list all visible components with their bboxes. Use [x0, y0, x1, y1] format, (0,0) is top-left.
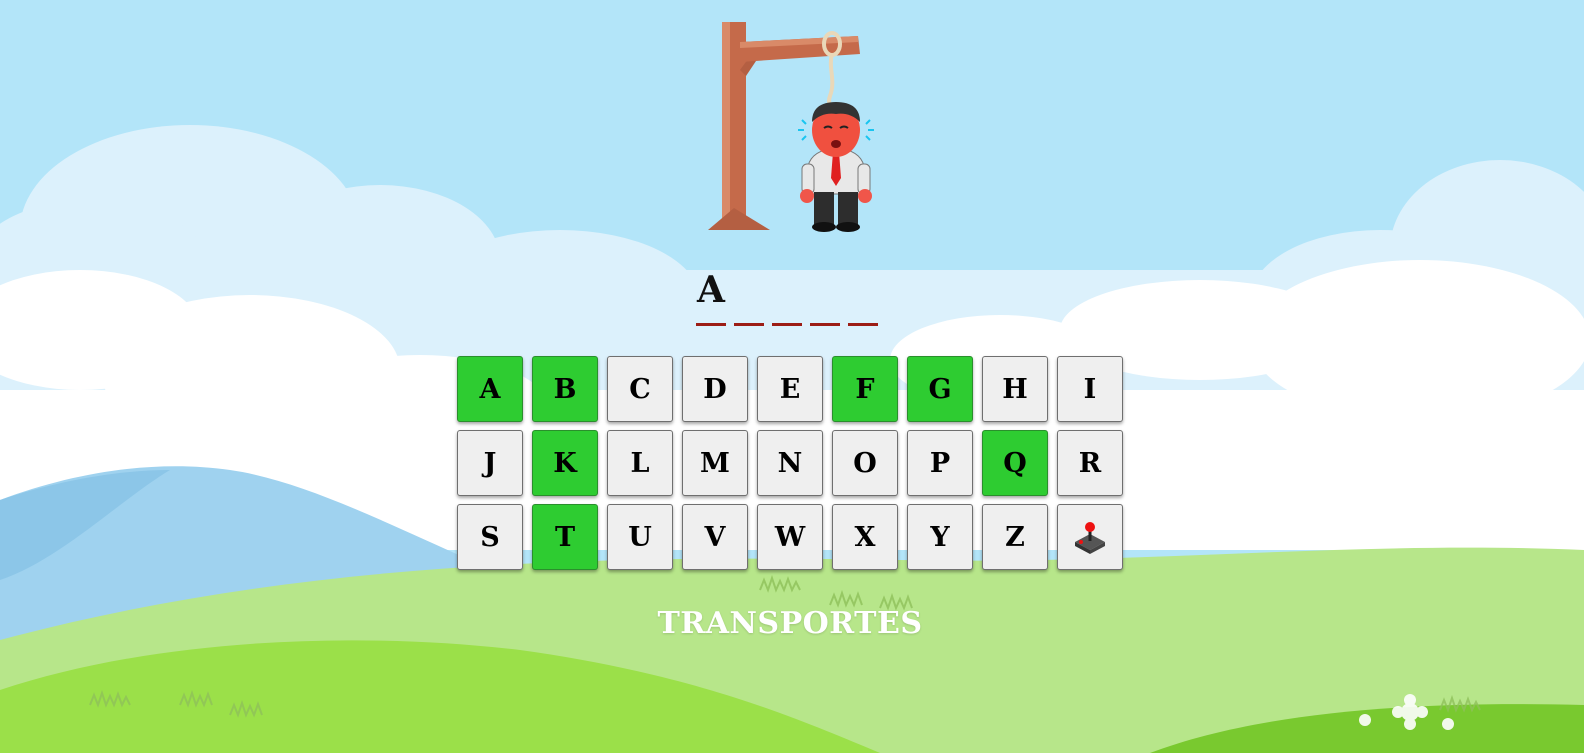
word-slot-letter — [810, 268, 840, 312]
key-x[interactable]: X — [832, 504, 898, 570]
word-slot-letter — [772, 268, 802, 312]
key-j[interactable]: J — [457, 430, 523, 496]
key-u[interactable]: U — [607, 504, 673, 570]
key-a[interactable]: A — [457, 356, 523, 422]
key-e[interactable]: E — [757, 356, 823, 422]
key-t[interactable]: T — [532, 504, 598, 570]
key-w[interactable]: W — [757, 504, 823, 570]
key-p[interactable]: P — [907, 430, 973, 496]
letter-keyboard: ABCDEFGHI JKLMNOPQR STUVWXYZ — [457, 356, 1123, 570]
key-o[interactable]: O — [832, 430, 898, 496]
key-c[interactable]: C — [607, 356, 673, 422]
word-slot-underline — [848, 323, 878, 326]
key-y[interactable]: Y — [907, 504, 973, 570]
key-l[interactable]: L — [607, 430, 673, 496]
key-r[interactable]: R — [1057, 430, 1123, 496]
key-d[interactable]: D — [682, 356, 748, 422]
word-slot-underline — [696, 323, 726, 326]
joystick-icon — [1075, 522, 1105, 554]
key-q[interactable]: Q — [982, 430, 1048, 496]
category-label: TRANSPORTES — [657, 606, 923, 641]
word-slot — [734, 268, 764, 326]
word-slot-letter — [848, 268, 878, 312]
word-slot-underline — [734, 323, 764, 326]
word-slot-letter: A — [697, 269, 725, 311]
key-s[interactable]: S — [457, 504, 523, 570]
key-m[interactable]: M — [682, 430, 748, 496]
key-f[interactable]: F — [832, 356, 898, 422]
word-slot-underline — [772, 323, 802, 326]
hanged-man-icon — [798, 102, 874, 232]
key-h[interactable]: H — [982, 356, 1048, 422]
new-game-button[interactable] — [1057, 504, 1123, 570]
key-v[interactable]: V — [682, 504, 748, 570]
word-slot — [810, 268, 840, 326]
key-n[interactable]: N — [757, 430, 823, 496]
key-b[interactable]: B — [532, 356, 598, 422]
word-display: A — [696, 268, 878, 326]
word-slot: A — [696, 268, 726, 326]
key-z[interactable]: Z — [982, 504, 1048, 570]
gallows-image — [708, 22, 874, 232]
word-slot — [772, 268, 802, 326]
word-slot — [848, 268, 878, 326]
key-i[interactable]: I — [1057, 356, 1123, 422]
key-g[interactable]: G — [907, 356, 973, 422]
key-k[interactable]: K — [532, 430, 598, 496]
word-slot-letter — [734, 268, 764, 312]
word-slot-underline — [810, 323, 840, 326]
